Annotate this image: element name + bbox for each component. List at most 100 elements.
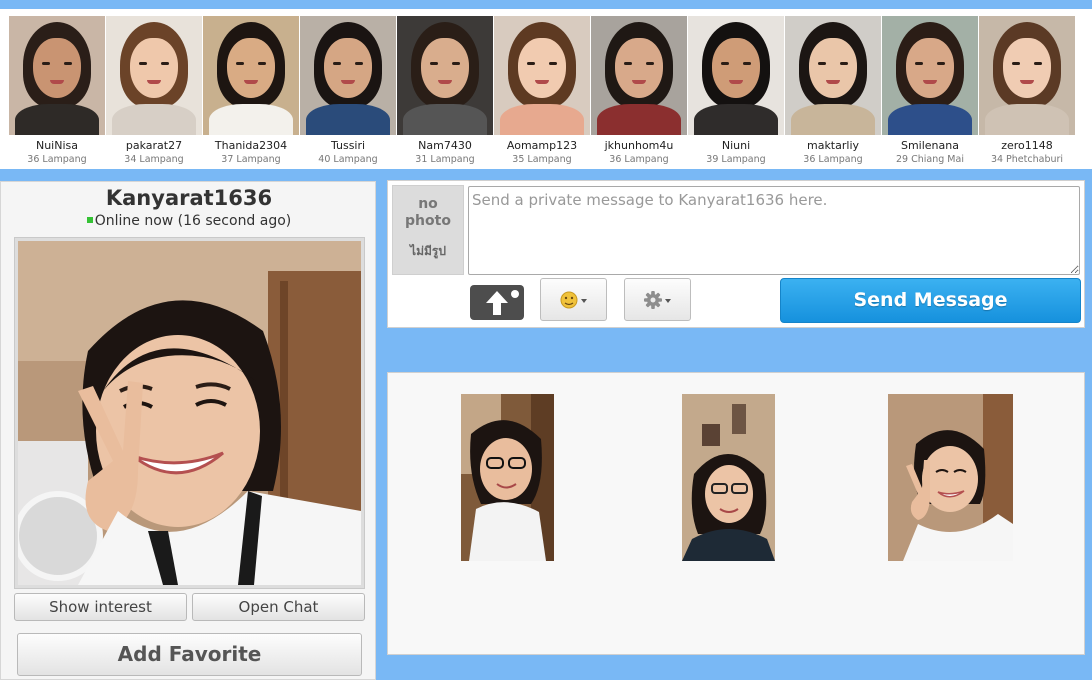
no-photo-label: no <box>418 196 438 212</box>
member-photo[interactable] <box>785 16 881 135</box>
member-card[interactable]: Thanida2304 37 Lampang <box>203 16 299 167</box>
main-profile-photo[interactable] <box>14 237 365 589</box>
member-photo[interactable] <box>688 16 784 135</box>
member-card[interactable]: jkhunhom4u 36 Lampang <box>591 16 687 167</box>
member-age-location: 40 Lampang <box>318 154 378 165</box>
gallery-photo[interactable] <box>682 394 775 561</box>
member-photo-face <box>809 38 857 98</box>
member-photo-mouth <box>1020 80 1034 84</box>
gallery-photo[interactable] <box>888 394 1013 561</box>
member-photo[interactable] <box>9 16 105 135</box>
member-photo-shirt <box>403 104 487 135</box>
member-name[interactable]: pakarat27 <box>106 139 202 153</box>
member-photo[interactable] <box>106 16 202 135</box>
no-photo-thai-label: ไม่มีรูป <box>410 244 446 258</box>
member-photo-mouth <box>244 80 258 84</box>
member-photo-shirt <box>209 104 293 135</box>
photo-upload-button[interactable] <box>470 285 524 320</box>
member-photo-eye <box>1012 62 1020 65</box>
online-status: Online now (16 second ago) <box>1 213 377 229</box>
member-card[interactable]: Niuni 39 Lampang <box>688 16 784 167</box>
online-status-text: Online now (16 second ago) <box>94 213 292 229</box>
member-name[interactable]: Nam7430 <box>397 139 493 153</box>
smiley-icon <box>560 291 587 309</box>
member-card[interactable]: Nam7430 31 Lampang <box>397 16 493 167</box>
member-photo[interactable] <box>494 16 590 135</box>
member-name[interactable]: Aomamp123 <box>494 139 590 153</box>
member-name[interactable]: Smilenana <box>882 139 978 153</box>
private-message-input[interactable] <box>468 186 1080 275</box>
member-photo-mouth <box>341 80 355 84</box>
member-card[interactable]: pakarat27 34 Lampang <box>106 16 202 167</box>
member-name[interactable]: maktarliy <box>785 139 881 153</box>
add-favorite-button[interactable]: Add Favorite <box>17 633 362 676</box>
member-photo-eye <box>624 62 632 65</box>
member-name[interactable]: Thanida2304 <box>203 139 299 153</box>
member-card[interactable]: maktarliy 36 Lampang <box>785 16 881 167</box>
member-card[interactable]: Aomamp123 35 Lampang <box>494 16 590 167</box>
member-photo[interactable] <box>591 16 687 135</box>
member-age-location: 35 Lampang <box>512 154 572 165</box>
member-photo-eye <box>937 62 945 65</box>
member-photo-eye <box>743 62 751 65</box>
member-photo-shirt <box>791 104 875 135</box>
show-interest-button[interactable]: Show interest <box>14 593 187 621</box>
member-photo-eye <box>430 62 438 65</box>
gallery-photo-image-2 <box>682 394 775 561</box>
member-name[interactable]: zero1148 <box>979 139 1075 153</box>
member-photo[interactable] <box>882 16 978 135</box>
no-photo-avatar: no photo ไม่มีรูป <box>392 185 464 275</box>
member-photo-mouth <box>535 80 549 84</box>
member-photo-mouth <box>632 80 646 84</box>
member-photo-mouth <box>923 80 937 84</box>
member-photo-mouth <box>729 80 743 84</box>
member-age-location: 36 Lampang <box>803 154 863 165</box>
member-strip: NuiNisa 36 Lampang pakarat27 34 Lampang Th… <box>0 9 1092 169</box>
member-photo[interactable] <box>203 16 299 135</box>
member-photo-eye <box>1034 62 1042 65</box>
member-name[interactable]: Tussiri <box>300 139 396 153</box>
gallery-photo[interactable] <box>461 394 554 561</box>
member-name[interactable]: Niuni <box>688 139 784 153</box>
member-photo-eye <box>549 62 557 65</box>
online-indicator-icon <box>86 217 93 223</box>
member-photo-eye <box>646 62 654 65</box>
member-photo-eye <box>64 62 72 65</box>
member-name[interactable]: jkhunhom4u <box>591 139 687 153</box>
member-photo[interactable] <box>979 16 1075 135</box>
member-photo-face <box>421 38 469 98</box>
member-name[interactable]: NuiNisa <box>9 139 105 153</box>
member-card[interactable]: NuiNisa 36 Lampang <box>9 16 105 167</box>
member-photo-face <box>906 38 954 98</box>
member-age-location: 29 Chiang Mai <box>896 154 964 165</box>
member-photo[interactable] <box>300 16 396 135</box>
member-age-location: 36 Lampang <box>609 154 669 165</box>
member-age-location: 39 Lampang <box>706 154 766 165</box>
member-photo-shirt <box>694 104 778 135</box>
member-age-location: 34 Phetchaburi <box>990 154 1064 165</box>
member-age-location: 31 Lampang <box>415 154 475 165</box>
profile-panel: Kanyarat1636 Online now (16 second ago) <box>0 181 376 680</box>
member-photo-eye <box>258 62 266 65</box>
member-photo-mouth <box>826 80 840 84</box>
member-card[interactable]: Smilenana 29 Chiang Mai <box>882 16 978 167</box>
member-card[interactable]: Tussiri 40 Lampang <box>300 16 396 167</box>
send-message-button[interactable]: Send Message <box>780 278 1081 323</box>
member-card[interactable]: zero1148 34 Phetchaburi <box>979 16 1075 167</box>
member-photo-eye <box>915 62 923 65</box>
member-photo-eye <box>452 62 460 65</box>
member-photo-shirt <box>15 104 99 135</box>
emoji-button[interactable] <box>540 278 607 321</box>
member-photo[interactable] <box>397 16 493 135</box>
member-photo-shirt <box>112 104 196 135</box>
member-photo-eye <box>527 62 535 65</box>
message-panel: no photo ไม่มีรูป Send a private message… <box>387 180 1085 328</box>
gear-icon <box>644 291 671 309</box>
member-photo-mouth <box>147 80 161 84</box>
member-photo-shirt <box>597 104 681 135</box>
member-photo-face <box>712 38 760 98</box>
settings-button[interactable] <box>624 278 691 321</box>
member-photo-face <box>1003 38 1051 98</box>
open-chat-button[interactable]: Open Chat <box>192 593 365 621</box>
member-photo-eye <box>818 62 826 65</box>
